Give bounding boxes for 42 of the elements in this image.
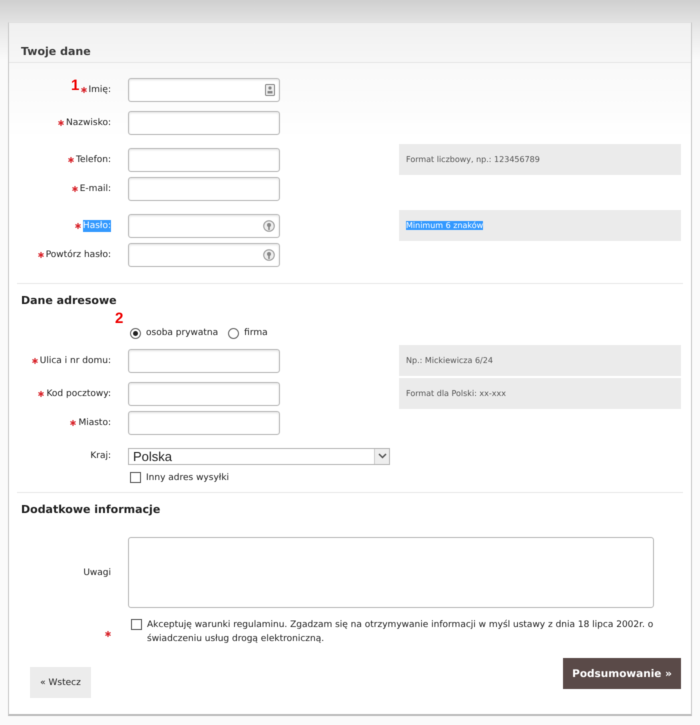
field-label: Uwagi xyxy=(82,568,111,578)
key-icon xyxy=(263,249,275,261)
input-field[interactable] xyxy=(128,177,280,201)
caret-icon xyxy=(378,453,386,459)
back-button[interactable]: « Wstecz xyxy=(30,667,91,698)
input-field[interactable] xyxy=(128,78,280,102)
hint-text: Np.: Mickiewicza 6/24 xyxy=(406,356,493,365)
key-icon xyxy=(263,220,275,232)
input-field[interactable] xyxy=(128,214,280,238)
field-label: Kraj: xyxy=(90,450,111,462)
notes-textarea[interactable] xyxy=(128,537,654,608)
id-card-icon xyxy=(265,84,275,96)
section-title: Dodatkowe informacje xyxy=(20,502,162,518)
terms-checkbox[interactable] xyxy=(131,619,142,630)
annotation-number: 2 xyxy=(115,310,124,327)
summary-button[interactable]: Podsumowanie » xyxy=(563,658,681,689)
field-label: Powtórz hasło: xyxy=(46,249,111,261)
input-field[interactable] xyxy=(128,382,280,406)
input-field[interactable] xyxy=(128,148,280,172)
field-label: Nazwisko: xyxy=(66,117,111,129)
field-label: Hasło: xyxy=(82,220,111,232)
checkbox-option[interactable]: Inny adres wysyłki xyxy=(130,472,230,483)
field-label: Telefon: xyxy=(76,154,111,166)
hint-text: Format dla Polski: xx-xxx xyxy=(406,389,506,398)
field-label: E-mail: xyxy=(80,183,111,195)
field-label: Ulica i nr domu: xyxy=(40,354,111,366)
country-dropdown[interactable]: Polska xyxy=(128,448,390,464)
input-field[interactable] xyxy=(128,243,280,267)
annotation-number: 1 xyxy=(71,77,80,94)
input-field[interactable] xyxy=(128,411,280,435)
input-field[interactable] xyxy=(128,111,280,135)
section-title: Dane adresowe xyxy=(20,293,118,309)
radio-option[interactable]: osoba prywatna xyxy=(130,328,218,338)
field-label: Kod pocztowy: xyxy=(46,388,111,400)
terms-text: Akceptuję warunki regulaminu. Zgadzam się na otrzymywanie informacji w myśl ustawy z dnia 18 lipca 2002r. o świadczeniu usług drogą elektroniczną. xyxy=(147,618,654,646)
input-field[interactable] xyxy=(128,348,280,372)
field-label: Miasto: xyxy=(78,417,111,429)
radio-option[interactable]: firma xyxy=(228,328,268,338)
section-title: Twoje dane xyxy=(21,45,91,58)
hint-text: Minimum 6 znaków xyxy=(406,221,484,230)
hint-text: Format liczbowy, np.: 123456789 xyxy=(406,155,540,164)
field-label: Imię: xyxy=(88,84,111,96)
